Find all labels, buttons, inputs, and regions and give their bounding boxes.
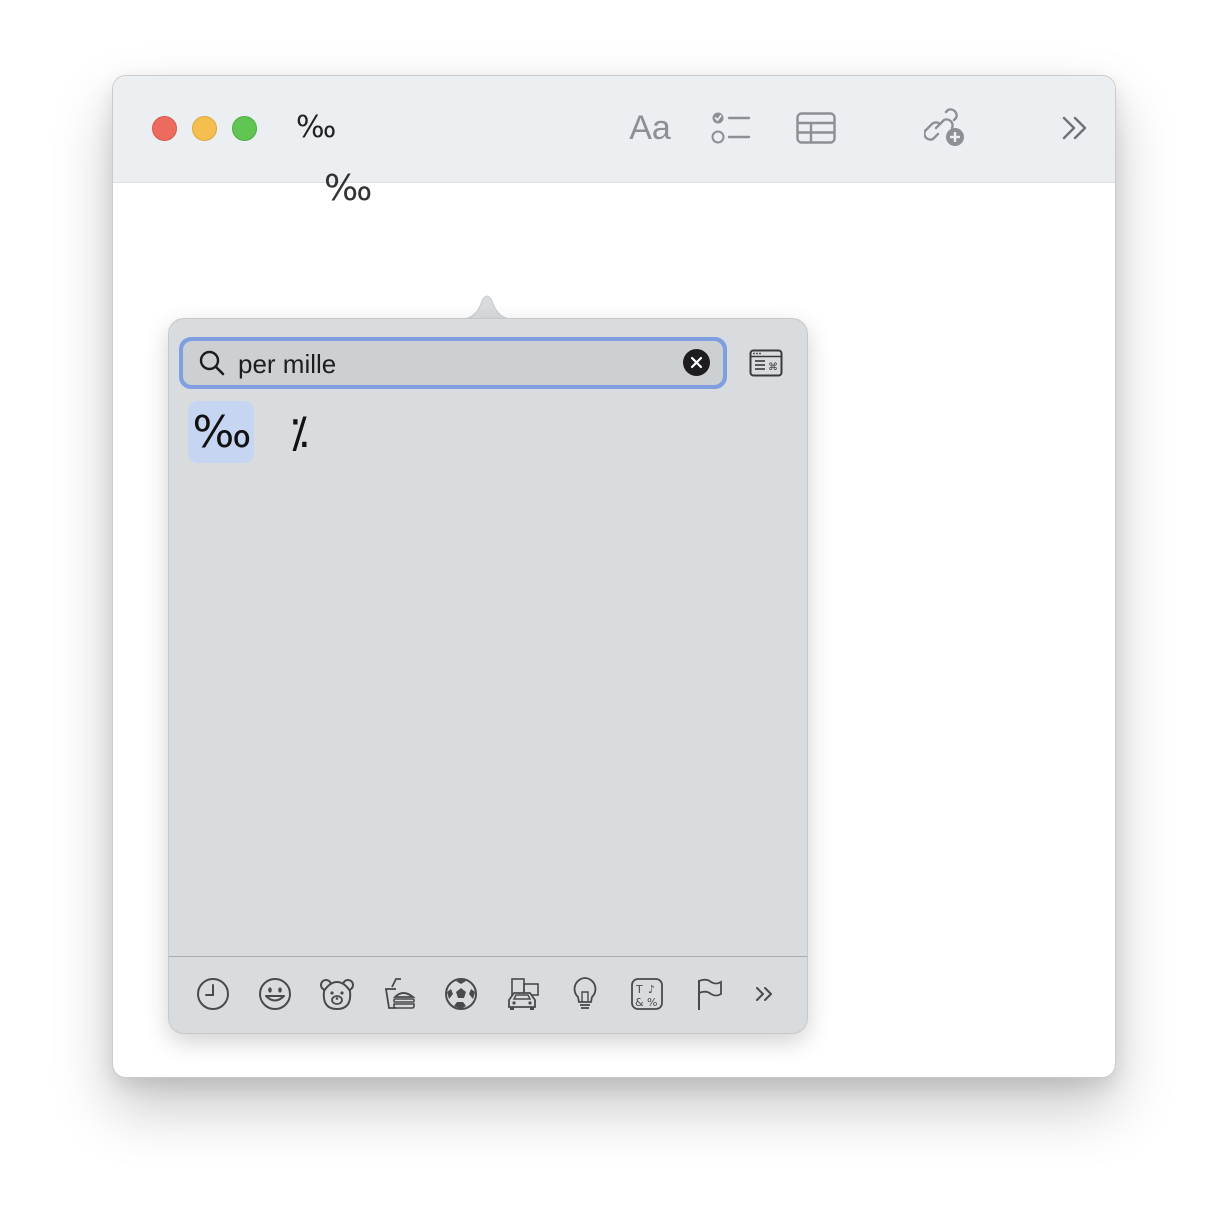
svg-text:&: & [635, 996, 644, 1009]
smileys-icon[interactable] [255, 974, 295, 1014]
result-commercial-minus[interactable]: ⁒ [266, 401, 332, 463]
category-bar: T ♪ & % [169, 974, 807, 1020]
svg-text:⌘: ⌘ [768, 362, 778, 373]
popover-arrow [462, 295, 512, 320]
title-bar: ‰ Aa [113, 76, 1115, 183]
more-icon[interactable] [1058, 106, 1092, 150]
activity-icon[interactable] [441, 974, 481, 1014]
character-viewer-popover: per mille ⌘ ‰ ⁒ T ♪ & % [168, 318, 808, 1034]
search-input[interactable]: per mille [183, 341, 723, 385]
food-icon[interactable] [379, 974, 419, 1014]
svg-text:%: % [647, 996, 657, 1009]
animals-icon[interactable] [317, 974, 357, 1014]
zoom-window-button[interactable] [232, 116, 257, 141]
svg-text:T: T [635, 983, 643, 996]
svg-text:♪: ♪ [648, 983, 655, 996]
objects-icon[interactable] [565, 974, 605, 1014]
more-categories-icon[interactable] [745, 974, 785, 1014]
document-text[interactable]: ‰ [324, 168, 372, 209]
format-icon[interactable]: Aa [625, 106, 675, 150]
checklist-icon[interactable] [709, 106, 753, 150]
travel-icon[interactable] [503, 974, 543, 1014]
character-viewer-icon[interactable]: ⌘ [749, 349, 783, 377]
search-icon [198, 349, 226, 382]
recent-icon[interactable] [193, 974, 233, 1014]
clear-search-button[interactable] [683, 349, 710, 376]
clear-icon [690, 356, 703, 369]
collaborate-icon[interactable] [923, 106, 967, 150]
minimize-window-button[interactable] [192, 116, 217, 141]
category-divider [169, 956, 807, 957]
flags-icon[interactable] [689, 974, 729, 1014]
search-focus-ring: per mille [179, 337, 727, 389]
close-window-button[interactable] [152, 116, 177, 141]
result-per-mille[interactable]: ‰ [188, 401, 254, 463]
symbols-icon[interactable]: T ♪ & % [627, 974, 667, 1014]
table-icon[interactable] [793, 106, 839, 150]
window-title: ‰ [296, 110, 336, 145]
search-input-value: per mille [238, 349, 337, 379]
